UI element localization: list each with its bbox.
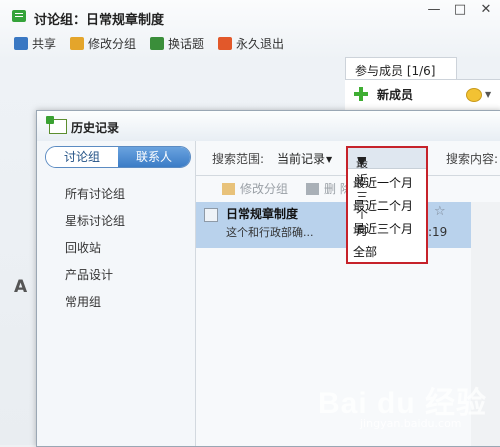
maximize-button[interactable]: □ xyxy=(451,2,469,18)
delete-action[interactable]: 删 除 xyxy=(306,180,352,197)
category-common-groups[interactable]: 常用组 xyxy=(65,293,101,310)
exit-label: 永久退出 xyxy=(236,37,285,51)
entry-title: 日常规章制度 xyxy=(226,207,299,221)
change-topic-label: 换话题 xyxy=(168,37,205,51)
change-topic-button[interactable]: 换话题 xyxy=(150,35,204,52)
change-topic-icon xyxy=(150,37,164,50)
entry-time: :19 xyxy=(428,225,448,239)
list-item[interactable]: 日常规章制度 这个和行政部确... ☆ :19 xyxy=(196,202,471,248)
search-scope-label: 搜索范围: xyxy=(212,152,265,166)
history-title: 历史记录 xyxy=(71,121,120,135)
members-tab-label: 参与成员 [1/6] xyxy=(355,64,436,78)
trash-icon xyxy=(306,182,319,195)
history-icon xyxy=(46,116,67,134)
range-option-1-month[interactable]: 最近一个月 xyxy=(353,174,413,191)
row-checkbox[interactable] xyxy=(204,208,218,222)
edit-group-icon xyxy=(222,182,235,195)
range-dropdown[interactable]: 最近三个月 ▼ 最近一个月 最近二个月 最近三个月 全部 xyxy=(346,146,428,264)
window-title: 讨论组：日常规章制度 xyxy=(34,13,165,28)
new-member-label[interactable]: 新成员 xyxy=(377,86,413,103)
coin-icon[interactable] xyxy=(466,88,482,102)
range-select[interactable]: 最近三个月 ▼ xyxy=(348,148,426,238)
exit-button[interactable]: 永久退出 xyxy=(218,35,284,52)
scope-value: 当前记录 xyxy=(277,152,326,166)
chat-icon xyxy=(12,10,26,22)
tab-discussion-groups[interactable]: 讨论组 xyxy=(46,147,118,167)
font-a-icon[interactable]: A xyxy=(14,277,27,297)
range-option-3-months[interactable]: 最近三个月 xyxy=(353,220,413,237)
category-product-design[interactable]: 产品设计 xyxy=(65,266,113,283)
plus-icon[interactable] xyxy=(354,87,368,101)
search-content-label: 搜索内容: xyxy=(446,152,499,166)
edit-group-action[interactable]: 修改分组 xyxy=(222,180,288,197)
watermark-logo: Bai du 经验 xyxy=(318,387,488,420)
toolbar: 共享 修改分组 换话题 永久退出 xyxy=(0,32,500,54)
title-bar: 讨论组：日常规章制度 — □ ✕ xyxy=(0,0,500,32)
exit-icon xyxy=(218,37,232,50)
share-button[interactable]: 共享 xyxy=(14,35,56,52)
chevron-down-icon: ▼ xyxy=(357,154,367,168)
entry-preview: 这个和行政部确... xyxy=(226,226,314,239)
share-icon xyxy=(14,37,28,50)
category-all-groups[interactable]: 所有讨论组 xyxy=(65,185,125,202)
range-option-2-months[interactable]: 最近二个月 xyxy=(353,197,413,214)
chevron-down-icon[interactable]: ▼ xyxy=(485,90,491,99)
scope-select[interactable]: 当前记录▼ xyxy=(277,150,332,167)
members-panel: 新成员 ▼ xyxy=(345,79,500,110)
segment-control: 讨论组 联系人 xyxy=(45,146,191,168)
history-sidebar: 讨论组 联系人 所有讨论组 星标讨论组 回收站 产品设计 常用组 xyxy=(37,141,195,446)
history-header: 历史记录 xyxy=(37,111,500,141)
star-icon[interactable]: ☆ xyxy=(434,204,446,219)
category-recycle-bin[interactable]: 回收站 xyxy=(65,239,101,256)
category-starred-groups[interactable]: 星标讨论组 xyxy=(65,212,125,229)
share-label: 共享 xyxy=(32,37,57,51)
edit-group-button[interactable]: 修改分组 xyxy=(70,35,136,52)
chevron-down-icon: ▼ xyxy=(326,155,333,164)
range-option-all[interactable]: 全部 xyxy=(353,243,377,260)
members-tab[interactable]: 参与成员 [1/6] xyxy=(345,57,457,80)
edit-group-icon xyxy=(70,37,84,50)
close-button[interactable]: ✕ xyxy=(477,2,495,18)
tab-contacts[interactable]: 联系人 xyxy=(118,147,190,167)
minimize-button[interactable]: — xyxy=(425,2,443,18)
edit-group-action-label: 修改分组 xyxy=(240,182,289,196)
edit-group-label: 修改分组 xyxy=(88,37,137,51)
watermark-url: jingyan.baidu.com xyxy=(360,417,462,430)
